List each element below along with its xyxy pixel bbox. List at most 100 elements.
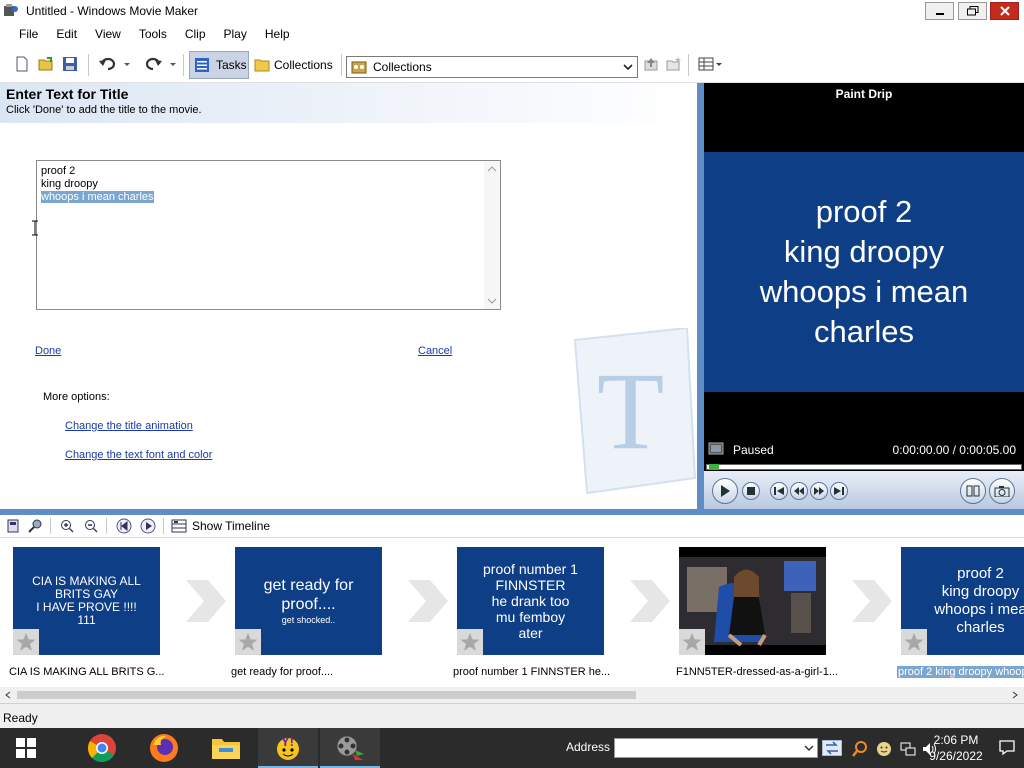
scroll-right-icon[interactable] [1011,691,1019,699]
title-text-input[interactable]: proof 2 king droopy whoops i mean charle… [36,160,501,310]
fast-forward-button[interactable] [810,482,828,500]
storyboard-clip[interactable]: CIA IS MAKING ALL BRITS GAY I HAVE PROVE… [13,547,160,655]
notifications-icon[interactable] [998,738,1016,756]
video-effect-star-icon[interactable] [13,629,39,655]
seek-bar[interactable] [706,464,1022,470]
transition-slot-icon[interactable] [186,580,226,622]
save-icon[interactable] [62,56,78,72]
menu-file[interactable]: File [10,22,47,46]
video-effect-star-icon[interactable] [235,629,261,655]
menu-clip[interactable]: Clip [176,22,215,46]
status-bar: Ready [0,703,1024,728]
task-pane: Enter Text for Title Click 'Done' to add… [0,83,697,509]
new-collection-folder-icon[interactable] [666,56,682,72]
menu-play[interactable]: Play [215,22,256,46]
clip-text-line: get shocked.. [281,615,336,625]
transition-slot-icon[interactable] [630,580,670,622]
next-frame-button[interactable] [830,482,848,500]
split-clip-button[interactable] [960,478,986,504]
movie-maker-taskbar-icon [336,735,364,760]
transition-slot-icon[interactable] [408,580,448,622]
address-input[interactable] [614,738,818,758]
undo-dropdown-icon[interactable] [122,56,132,72]
previous-frame-button[interactable] [770,482,788,500]
storyboard-clip[interactable]: proof number 1 FINNSTER he drank too mu … [457,547,604,655]
window-title: Untitled - Windows Movie Maker [26,4,199,18]
menu-help[interactable]: Help [256,22,299,46]
storyboard-clip-video[interactable] [679,547,826,655]
clock-date: 9/26/2022 [929,749,983,763]
clip-text-line: proof 2 [957,565,1004,582]
playback-time: 0:00:00.00 / 0:00:05.00 [892,443,1016,457]
address-go-icon[interactable] [822,740,842,756]
done-link[interactable]: Done [35,345,61,357]
rewind-button[interactable] [790,482,808,500]
cancel-link[interactable]: Cancel [418,345,452,357]
video-effect-star-icon[interactable] [679,629,705,655]
change-title-animation-link[interactable]: Change the title animation [65,420,193,432]
video-effect-star-icon[interactable] [457,629,483,655]
menu-view[interactable]: View [86,22,130,46]
narrate-timeline-icon[interactable] [28,519,42,533]
taskbar-firefox[interactable] [134,728,194,768]
search-icon[interactable] [852,741,868,757]
rewind-storyboard-icon[interactable] [116,518,132,534]
views-icon[interactable] [698,56,724,72]
scrollbar-thumb[interactable] [17,691,636,699]
storyboard-view-icon[interactable] [6,519,20,533]
more-options-label: More options: [43,391,110,403]
tasks-button[interactable]: Tasks [189,51,249,79]
show-timeline-button[interactable]: Show Timeline [171,518,270,534]
video-effect-star-icon[interactable] [901,629,927,655]
preview-text-line: whoops i mean [759,274,969,309]
redo-dropdown-icon[interactable] [168,56,178,72]
undo-icon[interactable] [98,56,118,72]
play-button[interactable] [712,478,738,504]
zoom-in-icon[interactable] [60,519,74,533]
chevron-down-icon[interactable] [804,743,814,753]
taskbar-movie-maker[interactable] [320,728,380,768]
redo-icon[interactable] [143,56,163,72]
address-label: Address [566,740,611,754]
scroll-down-icon[interactable] [487,297,497,305]
restore-button[interactable] [958,2,987,20]
clip-text-line: proof number 1 [483,561,578,577]
change-font-color-link[interactable]: Change the text font and color [65,449,212,461]
menu-edit[interactable]: Edit [47,22,86,46]
zoom-out-icon[interactable] [84,519,98,533]
seek-thumb[interactable] [709,464,719,470]
play-storyboard-icon[interactable] [140,518,156,534]
minimize-button[interactable] [925,2,954,20]
emoji-icon[interactable] [876,741,892,757]
open-project-icon[interactable] [38,56,54,72]
taskbar-chrome[interactable] [72,728,132,768]
camera-icon [994,486,1010,497]
take-picture-button[interactable] [989,478,1015,504]
new-project-icon[interactable] [14,56,30,72]
collections-button[interactable]: Collections [252,51,338,79]
stop-button[interactable] [742,482,760,500]
storyboard-clip[interactable]: get ready for proof.... get shocked.. [235,547,382,655]
storyboard-clip-selected[interactable]: proof 2 king droopy whoops i mea charles [901,547,1024,655]
taskbar-yahoo-messenger[interactable]: Y! [258,728,318,768]
textarea-scrollbar[interactable] [484,161,500,309]
pane-splitter[interactable] [697,83,704,509]
taskbar-clock[interactable]: 2:06 PM 9/26/2022 [928,732,984,764]
scroll-up-icon[interactable] [487,165,497,173]
clip-text-line: he drank too [491,593,570,609]
task-heading: Enter Text for Title [6,86,129,102]
up-one-level-icon[interactable] [643,56,659,72]
collections-dropdown[interactable]: Collections [346,56,638,78]
start-button[interactable] [0,728,52,768]
title-watermark-graphic: T [573,328,697,495]
taskbar-file-explorer[interactable] [196,728,256,768]
scroll-left-icon[interactable] [4,691,12,699]
menu-bar: File Edit View Tools Clip Play Help [0,22,1024,46]
clip-text-line: 111 [77,613,96,627]
show-timeline-label: Show Timeline [192,519,271,533]
network-icon[interactable] [900,741,916,757]
storyboard-scrollbar[interactable] [0,687,1024,703]
close-button[interactable] [990,2,1019,20]
menu-tools[interactable]: Tools [130,22,176,46]
transition-slot-icon[interactable] [852,580,892,622]
